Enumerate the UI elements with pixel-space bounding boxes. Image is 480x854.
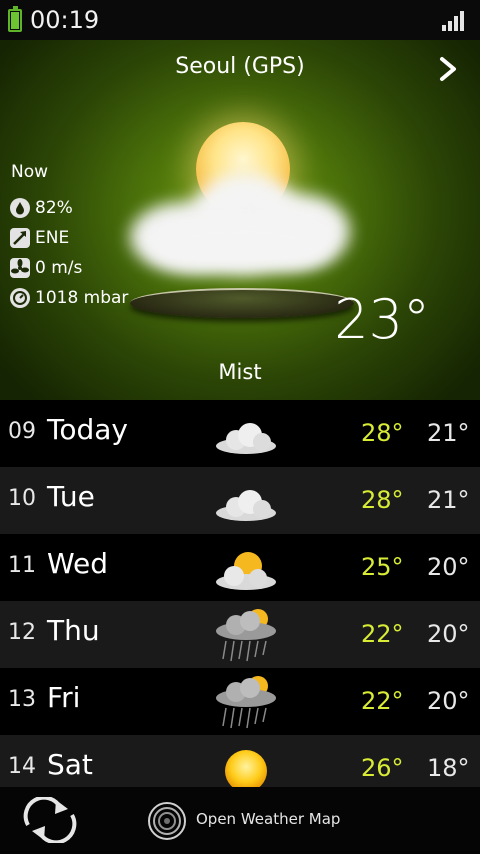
high-temperature: 22° [361,687,404,715]
high-temperature: 28° [361,486,404,514]
forecast-row[interactable]: 12 Thu 22° 20° [0,601,480,668]
day-name: Sat [47,748,93,781]
forecast-row[interactable]: 13 Fri 22° 20° [0,668,480,735]
low-temperature: 21° [427,486,470,514]
forecast-row[interactable]: 10 Tue 28° 21° [0,467,480,534]
status-bar: 00:19 [0,0,480,40]
cloud-icon [216,490,276,521]
pressure-value: 1018 mbar [35,288,129,308]
fan-icon [10,258,30,278]
humidity-value: 82% [35,198,73,218]
day-name: Tue [47,480,95,513]
day-name: Thu [47,614,100,647]
day-name: Wed [47,547,109,580]
wind-speed-stat: 0 m/s [10,257,82,279]
day-name: Fri [47,681,81,714]
low-temperature: 20° [427,553,470,581]
sun-behind-cloud-icon [120,110,360,318]
droplet-icon [10,198,30,218]
high-temperature: 28° [361,419,404,447]
current-weather-panel: Seoul (GPS) Now 82% ENE 0 m/s 1018 mbar [0,40,480,400]
wind-direction-stat: ENE [10,227,69,249]
partly-cloudy-icon [216,552,276,590]
wind-direction-icon [10,228,30,248]
now-label: Now [11,162,49,182]
gauge-icon [10,288,30,308]
day-number: 10 [8,486,36,511]
provider-label[interactable]: Open Weather Map [196,810,340,828]
high-temperature: 25° [361,553,404,581]
forecast-row[interactable]: 11 Wed 25° 20° [0,534,480,601]
rain-icon [216,676,276,729]
condition-label: Mist [218,360,262,384]
low-temperature: 20° [427,620,470,648]
cloud-icon [216,423,276,454]
open-weather-map-logo[interactable] [146,801,188,841]
battery-icon [8,6,22,32]
low-temperature: 21° [427,419,470,447]
city-name[interactable]: Seoul (GPS) [0,54,480,79]
day-number: 13 [8,687,36,712]
wind-speed-value: 0 m/s [35,258,83,278]
day-name: Today [47,413,128,446]
bottom-bar: Open Weather Map [0,787,480,854]
low-temperature: 20° [427,687,470,715]
day-number: 09 [8,419,36,444]
chevron-right-icon[interactable] [434,55,462,83]
pressure-stat: 1018 mbar [10,287,128,309]
day-number: 14 [8,754,36,779]
humidity-stat: 82% [10,197,73,219]
day-number: 11 [8,553,36,578]
signal-strength-icon [442,11,466,31]
high-temperature: 26° [361,754,404,782]
status-clock: 00:19 [30,6,100,34]
refresh-icon[interactable] [22,797,78,843]
rain-icon [216,609,276,662]
high-temperature: 22° [361,620,404,648]
forecast-row[interactable]: 09 Today 28° 21° [0,400,480,467]
wind-direction-value: ENE [35,228,70,248]
day-number: 12 [8,620,36,645]
low-temperature: 18° [427,754,470,782]
current-temperature: 23° [334,288,430,351]
